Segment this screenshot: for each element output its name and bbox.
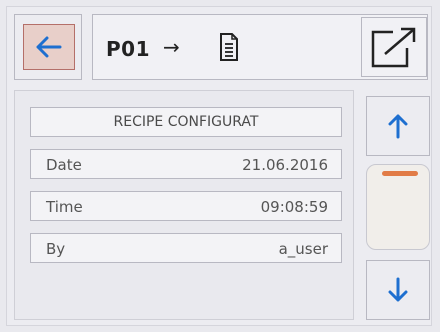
right-arrow-icon: → bbox=[163, 35, 180, 59]
scrollbar-thumb[interactable] bbox=[382, 171, 418, 176]
info-row-time: Time 09:08:59 bbox=[30, 191, 342, 221]
arrow-left-icon bbox=[36, 36, 62, 58]
arrow-up-icon bbox=[388, 114, 408, 139]
document-icon bbox=[220, 33, 238, 61]
back-button-highlight[interactable] bbox=[23, 24, 75, 70]
scroll-down-button[interactable] bbox=[366, 260, 430, 320]
scroll-up-button[interactable] bbox=[366, 96, 430, 156]
export-button[interactable] bbox=[361, 17, 427, 77]
arrow-down-icon bbox=[388, 277, 408, 302]
row-label: Date bbox=[46, 156, 82, 174]
recipe-code: P01 bbox=[106, 37, 150, 61]
row-label: By bbox=[46, 240, 66, 258]
row-value: 09:08:59 bbox=[260, 198, 328, 216]
row-label: Time bbox=[46, 198, 83, 216]
row-value: a_user bbox=[278, 240, 328, 258]
back-button[interactable] bbox=[14, 14, 82, 80]
recipe-header: P01 → bbox=[92, 14, 428, 80]
export-icon bbox=[371, 27, 416, 68]
scrollbar-track[interactable] bbox=[366, 164, 430, 250]
info-row-by: By a_user bbox=[30, 233, 342, 263]
row-value: 21.06.2016 bbox=[242, 156, 328, 174]
panel-title: RECIPE CONFIGURAT bbox=[30, 107, 342, 137]
recipe-info-panel: RECIPE CONFIGURAT Date 21.06.2016 Time 0… bbox=[14, 90, 354, 320]
info-row-date: Date 21.06.2016 bbox=[30, 149, 342, 179]
